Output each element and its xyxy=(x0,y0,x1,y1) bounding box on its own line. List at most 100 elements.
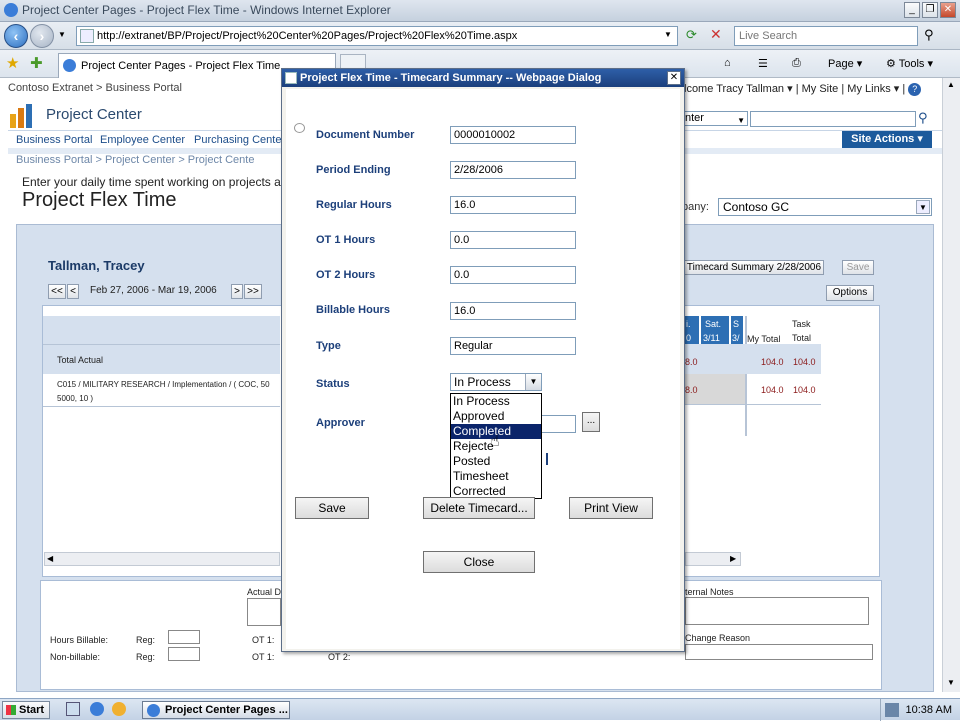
back-button[interactable]: ‹ xyxy=(4,24,28,48)
clock: 10:38 AM xyxy=(905,704,952,716)
options-label: Options xyxy=(832,287,868,298)
save-button[interactable]: Save xyxy=(295,497,369,519)
page-breadcrumb[interactable]: Business Portal > Project Center > Proje… xyxy=(16,154,254,166)
col-date-sun: 3/ xyxy=(732,333,740,343)
scroll-down-icon[interactable]: ▼ xyxy=(947,678,955,687)
comment-icon xyxy=(294,123,305,133)
scope-select-label: nter xyxy=(685,112,704,124)
type-field[interactable]: Regular xyxy=(450,337,576,355)
save-page-button[interactable]: Save xyxy=(842,260,874,275)
my-total-header: My Total xyxy=(747,334,781,344)
hours-billable-label: Hours Billable: xyxy=(50,635,109,645)
quicklaunch-desktop-icon[interactable] xyxy=(66,702,80,716)
site-actions-menu[interactable]: Site Actions ▾ xyxy=(842,131,932,148)
search-icon[interactable]: ⚲ xyxy=(924,27,934,43)
approver-browse-button[interactable]: ... xyxy=(582,412,600,432)
live-search-input[interactable]: Live Search xyxy=(734,26,918,46)
close-button[interactable]: Close xyxy=(423,551,535,573)
first-period-button[interactable]: << xyxy=(48,284,66,299)
favorites-star-icon[interactable]: ★ xyxy=(6,54,19,72)
company-select[interactable]: Contoso GC ▼ xyxy=(718,198,932,216)
delete-timecard-button[interactable]: Delete Timecard... xyxy=(423,497,535,519)
ot1-hours-field[interactable]: 0.0 xyxy=(450,231,576,249)
reg-billable-input[interactable] xyxy=(168,630,200,644)
scroll-up-icon[interactable]: ▲ xyxy=(947,80,955,89)
address-input[interactable]: http://extranet/BP/Project/Project%20Cen… xyxy=(76,26,678,46)
task-total-value: 104.0 xyxy=(793,357,816,367)
page-menu[interactable]: Page ▾ xyxy=(828,57,862,70)
actual-description-field[interactable] xyxy=(247,598,281,626)
refresh-icon[interactable]: ⟳ xyxy=(686,27,697,43)
grid-horizontal-scrollbar-right[interactable]: ▶ xyxy=(685,552,741,566)
dialog-title-bar[interactable]: Project Flex Time - Timecard Summary -- … xyxy=(282,69,684,87)
history-dropdown-icon[interactable]: ▼ xyxy=(58,30,66,39)
last-period-button[interactable]: >> xyxy=(244,284,262,299)
page-scrollbar[interactable]: ▲ ▼ xyxy=(942,78,960,692)
nav-purchasing-center[interactable]: Purchasing Center xyxy=(194,134,285,146)
network-icon[interactable] xyxy=(885,703,899,717)
taskbar-ie-window[interactable]: Project Center Pages ... xyxy=(142,701,290,719)
home-icon[interactable]: ⌂ xyxy=(724,57,731,69)
status-option-in-process[interactable]: In Process xyxy=(451,394,541,409)
reg-nonbillable-input[interactable] xyxy=(168,647,200,661)
window-title: Project Center Pages - Project Flex Time… xyxy=(22,3,391,17)
scope-select[interactable]: nter ▼ xyxy=(676,111,748,126)
address-dropdown-icon[interactable]: ▼ xyxy=(664,30,672,39)
scroll-left-icon[interactable]: ◀ xyxy=(47,554,53,563)
status-select-value: In Process xyxy=(454,375,511,389)
quicklaunch-messenger-icon[interactable] xyxy=(112,702,126,716)
timecard-summary-button[interactable]: Timecard Summary 2/28/2006 xyxy=(684,260,824,275)
options-button[interactable]: Options xyxy=(826,285,874,301)
status-option-approved[interactable]: Approved xyxy=(451,409,541,424)
task-row-text[interactable]: C015 / MILITARY RESEARCH / Implementatio… xyxy=(57,380,270,389)
print-view-button[interactable]: Print View xyxy=(569,497,653,519)
tools-menu-label: Tools xyxy=(898,58,925,70)
ot2-hours-label: OT 2 Hours xyxy=(316,269,376,281)
period-ending-field[interactable]: 2/28/2006 xyxy=(450,161,576,179)
prev-period-button[interactable]: < xyxy=(67,284,79,299)
document-number-field[interactable]: 0000010002 xyxy=(450,126,576,144)
ot1-hours-label: OT 1 Hours xyxy=(316,234,376,246)
change-reason-field[interactable] xyxy=(685,644,873,660)
my-links-link[interactable]: My Links xyxy=(847,83,890,95)
system-tray: 10:38 AM xyxy=(880,699,960,721)
status-option-timesheet[interactable]: Timesheet xyxy=(451,469,541,484)
reg-nonbillable-label: Reg: xyxy=(136,652,156,662)
forward-button[interactable]: › xyxy=(30,24,54,48)
quicklaunch-ie-icon[interactable] xyxy=(90,702,104,716)
add-favorites-icon[interactable]: ✚ xyxy=(30,54,43,72)
site-search-input[interactable] xyxy=(750,111,916,127)
billable-hours-field[interactable]: 16.0 xyxy=(450,302,576,320)
address-toolbar: ‹ › ▼ http://extranet/BP/Project/Project… xyxy=(0,22,960,50)
status-select[interactable]: In Process ▼ xyxy=(450,373,542,391)
my-site-link[interactable]: My Site xyxy=(802,83,839,95)
ot1-billable-label: OT 1: xyxy=(252,635,275,645)
feeds-icon[interactable]: ☰ xyxy=(758,57,768,70)
internal-notes-field[interactable] xyxy=(685,597,869,625)
start-button[interactable]: Start xyxy=(2,701,50,719)
minimize-button[interactable]: _ xyxy=(904,2,920,18)
help-icon[interactable]: ? xyxy=(908,83,922,96)
welcome-menu[interactable]: lcome Tracy Tallman ▾ | My Site | My Lin… xyxy=(684,82,922,96)
ie-icon xyxy=(4,3,18,17)
site-actions-label: Site Actions xyxy=(851,133,915,145)
ot2-hours-field[interactable]: 0.0 xyxy=(450,266,576,284)
tools-menu[interactable]: ⚙ Tools ▾ xyxy=(886,57,933,70)
nav-employee-center[interactable]: Employee Center xyxy=(100,134,185,146)
site-title[interactable]: Project Center xyxy=(46,106,142,123)
next-period-button[interactable]: > xyxy=(231,284,243,299)
stop-icon[interactable]: ✕ xyxy=(710,26,722,43)
tab-page-icon xyxy=(63,59,76,72)
close-window-button[interactable]: ✕ xyxy=(940,2,956,18)
restore-button[interactable]: ❐ xyxy=(922,2,938,18)
grid-horizontal-scrollbar[interactable]: ◀ xyxy=(44,552,280,566)
dialog-close-icon[interactable]: ✕ xyxy=(667,71,681,85)
nav-business-portal[interactable]: Business Portal xyxy=(16,134,92,146)
status-option-posted[interactable]: Posted xyxy=(451,454,541,469)
site-search-icon[interactable]: ⚲ xyxy=(918,110,928,126)
chevron-down-icon[interactable]: ▼ xyxy=(525,374,541,390)
scroll-right-icon[interactable]: ▶ xyxy=(730,554,736,563)
portal-breadcrumb[interactable]: Contoso Extranet > Business Portal xyxy=(8,82,182,94)
regular-hours-field[interactable]: 16.0 xyxy=(450,196,576,214)
print-icon[interactable]: ⎙ xyxy=(792,57,801,70)
